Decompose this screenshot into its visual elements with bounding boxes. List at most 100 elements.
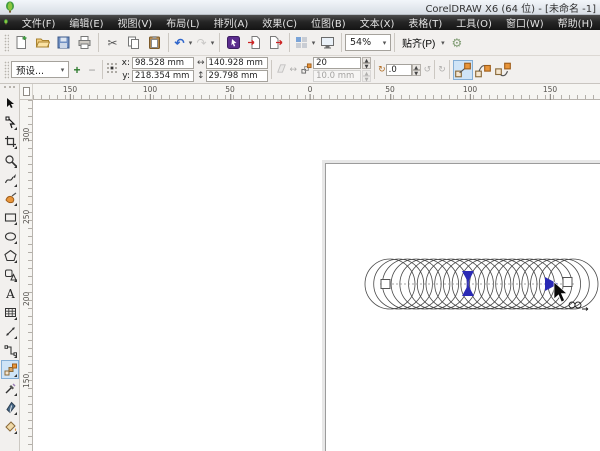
toolbar-grip[interactable] <box>4 60 9 79</box>
snap-to-button[interactable]: 贴齐(P) <box>398 32 439 53</box>
y-position-field[interactable]: 218.354 mm <box>132 70 194 82</box>
open-button[interactable] <box>32 32 53 53</box>
ruler-origin-corner[interactable] <box>20 84 33 100</box>
save-button[interactable] <box>53 32 74 53</box>
document-logo-icon[interactable] <box>3 17 9 29</box>
ruler-label: 200 <box>22 291 31 306</box>
toolbar-grip[interactable] <box>4 33 9 52</box>
menu-bitmaps[interactable]: 位图(B) <box>304 14 353 31</box>
color-eyedropper-tool[interactable] <box>1 379 19 398</box>
blend-tool[interactable] <box>1 360 19 379</box>
ellipse-tool[interactable] <box>1 227 19 246</box>
blend-objects-spinner[interactable]: ▲ ▼ <box>362 57 372 70</box>
outline-pen-tool[interactable] <box>1 398 19 417</box>
ruler-label: 250 <box>22 209 31 224</box>
menu-effects[interactable]: 效果(C) <box>255 14 304 31</box>
blend-spacing-spinner[interactable]: ▲ ▼ <box>362 70 372 83</box>
import-button[interactable] <box>244 32 265 53</box>
separator <box>394 33 395 52</box>
separator <box>434 60 436 79</box>
connector-tool[interactable] <box>1 341 19 360</box>
blend-direction-spinner[interactable]: ▲ ▼ <box>411 63 421 77</box>
paste-button[interactable] <box>144 32 165 53</box>
blend-objects-field[interactable]: 20 <box>313 57 362 69</box>
ruler-label: 100 <box>142 85 158 100</box>
copy-icon <box>128 36 139 49</box>
menu-arrange[interactable]: 排列(A) <box>207 14 256 31</box>
smart-fill-tool[interactable] <box>1 189 19 208</box>
object-width-field[interactable]: 140.928 mm <box>205 57 268 69</box>
window-title: CorelDRAW X6 (64 位) - [未命名 -1] <box>425 3 596 15</box>
menu-tools[interactable]: 工具(O) <box>449 14 499 31</box>
anchor-point-grid-icon[interactable] <box>106 62 118 77</box>
options-gear-icon: ⚙ <box>451 35 463 50</box>
freehand-tool[interactable] <box>1 170 19 189</box>
freehand-tool-icon <box>4 174 16 184</box>
rectangle-tool[interactable] <box>1 208 19 227</box>
shape-tool[interactable] <box>1 113 19 132</box>
blend-spacing-field[interactable]: 10.0 mm <box>313 70 362 82</box>
menu-edit[interactable]: 编辑(E) <box>62 14 110 31</box>
export-button[interactable] <box>265 32 286 53</box>
x-position-field[interactable]: 98.528 mm <box>132 57 194 69</box>
outline-pen-tool-icon <box>5 401 16 414</box>
clockwise-blend-button[interactable] <box>473 60 493 80</box>
fill-tool[interactable] <box>1 417 19 436</box>
toolbox-grip[interactable] <box>4 86 15 94</box>
export-icon <box>270 36 283 49</box>
zoom-level-dropdown[interactable]: 54% ▾ <box>345 34 391 51</box>
redo-button[interactable]: ↷ <box>194 32 209 53</box>
redo-dropdown-caret[interactable]: ▾ <box>209 39 216 47</box>
menu-table[interactable]: 表格(T) <box>401 14 449 31</box>
application-launcher-button[interactable] <box>293 32 310 53</box>
text-tool[interactable]: A <box>1 284 19 303</box>
separator <box>168 33 169 52</box>
blend-direction-field[interactable]: .0 <box>385 63 412 76</box>
menu-help[interactable]: 帮助(H) <box>551 14 600 31</box>
add-preset-button[interactable]: + <box>69 59 85 80</box>
rotate-all-icon[interactable]: ↻ <box>438 65 446 75</box>
blend-end-handle[interactable] <box>562 277 573 287</box>
counterclockwise-blend-button[interactable] <box>493 60 513 80</box>
dimension-tool[interactable] <box>1 322 19 341</box>
undo-button[interactable]: ↶ <box>172 32 187 53</box>
blend-acceleration-handle[interactable] <box>462 271 474 296</box>
horizontal-ruler[interactable]: 150 100 50 0 50 100 150 <box>33 84 600 100</box>
save-icon <box>57 36 70 49</box>
vertical-ruler[interactable]: 300 250 200 150 <box>20 100 33 451</box>
blend-object[interactable] <box>33 100 600 451</box>
svg-text:A: A <box>5 287 15 300</box>
copy-button[interactable] <box>123 32 144 53</box>
print-button[interactable] <box>74 32 95 53</box>
cut-button[interactable]: ✂ <box>102 32 123 53</box>
direct-blend-button[interactable] <box>452 59 473 80</box>
menu-file[interactable]: 文件(F) <box>15 14 63 31</box>
color-eyedropper-tool-icon <box>5 383 15 394</box>
basic-shapes-tool[interactable] <box>1 265 19 284</box>
smart-fill-tool-icon <box>4 192 16 204</box>
ruler-label: 50 <box>385 85 395 100</box>
launcher-dropdown-caret[interactable]: ▾ <box>310 39 317 47</box>
search-content-button[interactable] <box>223 32 244 53</box>
snap-dropdown-caret[interactable]: ▾ <box>439 39 446 47</box>
menu-view[interactable]: 视图(V) <box>111 14 160 31</box>
menu-text[interactable]: 文本(X) <box>353 14 402 31</box>
drawing-canvas[interactable] <box>33 100 600 451</box>
welcome-screen-button[interactable] <box>317 32 338 53</box>
pick-tool[interactable] <box>1 94 19 113</box>
crop-tool[interactable] <box>1 132 19 151</box>
preset-dropdown[interactable]: 预设... ▾ <box>11 61 69 78</box>
zoom-tool[interactable] <box>1 151 19 170</box>
object-height-field[interactable]: 29.798 mm <box>205 70 268 82</box>
options-button[interactable]: ⚙ <box>446 32 467 53</box>
new-document-button[interactable] <box>11 32 32 53</box>
loop-blend-icon[interactable]: ↺ <box>424 65 432 75</box>
delete-preset-button[interactable]: − <box>85 59 99 80</box>
undo-dropdown-caret[interactable]: ▾ <box>187 39 194 47</box>
polygon-tool[interactable] <box>1 246 19 265</box>
menu-window[interactable]: 窗口(W) <box>499 14 551 31</box>
blend-start-handle[interactable] <box>380 279 391 289</box>
table-tool[interactable] <box>1 303 19 322</box>
menu-layout[interactable]: 布局(L) <box>159 14 206 31</box>
print-icon <box>78 36 91 49</box>
